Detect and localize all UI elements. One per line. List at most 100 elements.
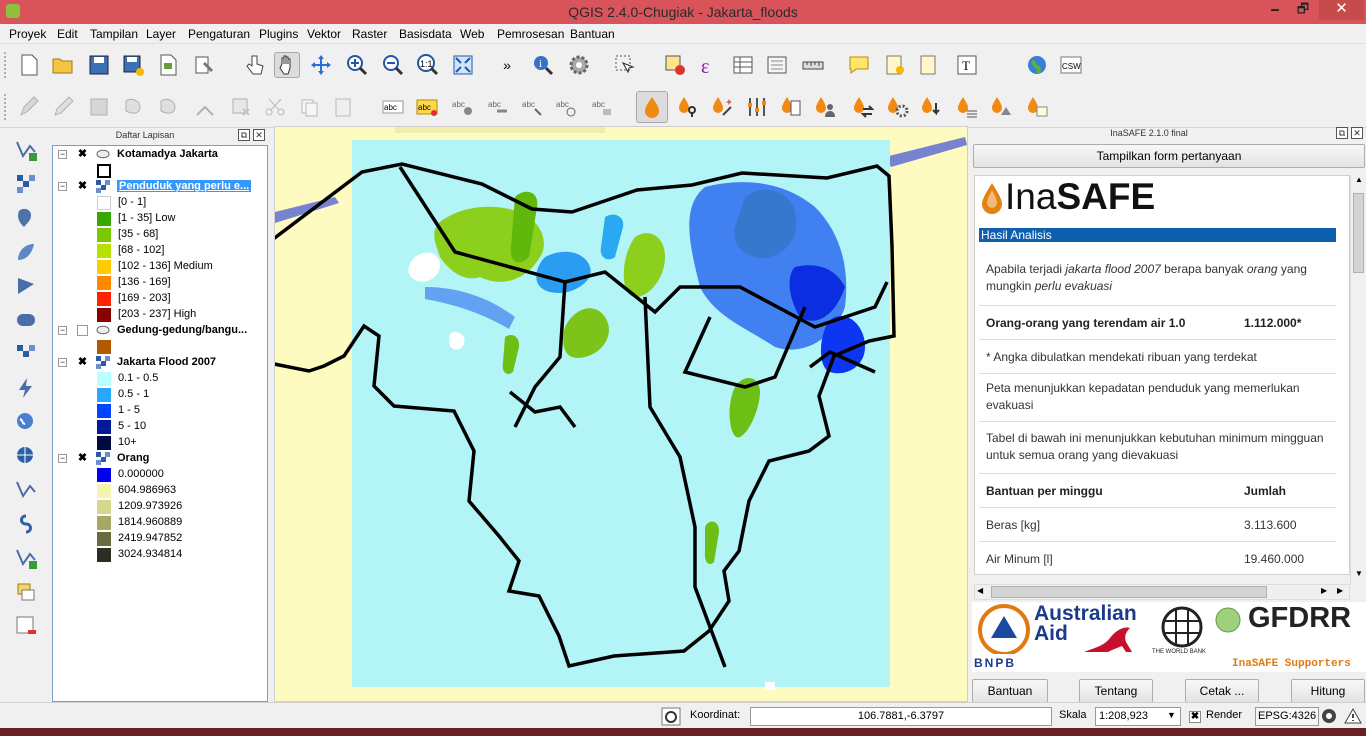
map-svg[interactable]	[275, 127, 968, 702]
about-button[interactable]: Tentang	[1079, 679, 1153, 703]
scroll-right-end-icon[interactable]: ▶	[1337, 586, 1343, 595]
coordinate-field[interactable]: 106.7881,-6.3797	[750, 707, 1052, 726]
add-spatialite-layer-icon[interactable]	[12, 238, 40, 266]
new-composer-icon[interactable]	[155, 52, 181, 78]
render-checkbox[interactable]: ✖	[1189, 711, 1201, 723]
touch-zoom-icon[interactable]	[241, 52, 267, 78]
zoom-out-icon[interactable]	[380, 52, 406, 78]
move-feature-icon[interactable]	[156, 94, 182, 120]
inasafe-minimum-needs-icon[interactable]	[744, 94, 770, 120]
toolbar-overflow-icon[interactable]: »	[494, 52, 520, 78]
collapse-toggle[interactable]: −	[58, 326, 67, 335]
print-button[interactable]: Cetak ...	[1185, 679, 1259, 703]
show-question-form-button[interactable]: Tampilkan form pertanyaan	[973, 144, 1365, 168]
inasafe-keywords-icon[interactable]	[674, 94, 700, 120]
maximize-button[interactable]: 🗗	[1290, 0, 1316, 20]
inasafe-people-icon[interactable]	[812, 94, 838, 120]
zoom-full-icon[interactable]	[450, 52, 476, 78]
identify-icon[interactable]: i	[530, 52, 556, 78]
collapse-toggle[interactable]: −	[58, 454, 67, 463]
save-project-icon[interactable]	[86, 52, 112, 78]
deselect-icon[interactable]	[662, 52, 688, 78]
inasafe-dock-icon[interactable]	[636, 91, 668, 123]
copy-features-icon[interactable]	[296, 94, 322, 120]
collapse-toggle[interactable]: −	[58, 150, 67, 159]
scale-dropdown-arrow-icon[interactable]: ▼	[1167, 707, 1176, 726]
highlight-labels-icon[interactable]: abc	[486, 94, 512, 120]
collapse-toggle[interactable]: −	[58, 358, 67, 367]
add-mssql-layer-icon[interactable]	[12, 272, 40, 300]
results-vertical-scrollbar[interactable]: ▲ ▼	[1350, 175, 1366, 585]
inasafe-wizard-icon[interactable]	[708, 94, 734, 120]
expression-select-icon[interactable]: ε	[696, 52, 722, 78]
globe-icon[interactable]	[1024, 52, 1050, 78]
new-layer-dropdown-icon[interactable]	[12, 544, 40, 572]
add-vector-layer-icon[interactable]	[12, 136, 40, 164]
add-oracle-layer-icon[interactable]	[12, 306, 40, 334]
layer-kotamadya[interactable]: − ✖ Kotamadya Jakarta	[53, 147, 267, 163]
close-panel-button[interactable]: ✕	[253, 129, 265, 141]
map-canvas[interactable]	[274, 126, 968, 702]
layer-visibility-checkbox[interactable]: ✖	[77, 357, 88, 368]
menu-vektor[interactable]: Vektor	[307, 27, 341, 41]
pencil-icon[interactable]	[50, 94, 76, 120]
attribute-table-icon[interactable]	[730, 52, 756, 78]
inasafe-convert-icon[interactable]	[850, 94, 876, 120]
select-features-icon[interactable]	[612, 52, 638, 78]
menu-proyek[interactable]: Proyek	[9, 27, 46, 41]
new-project-icon[interactable]	[16, 52, 42, 78]
inasafe-osm-download-icon[interactable]	[918, 94, 944, 120]
close-button[interactable]: ✕	[1319, 0, 1364, 20]
menu-plugins[interactable]: Plugins	[259, 27, 298, 41]
pin-labels-icon[interactable]: abc	[450, 94, 476, 120]
add-delimited-text-icon[interactable]	[12, 442, 40, 470]
show-bookmarks-icon[interactable]	[916, 52, 942, 78]
text-annotation-icon[interactable]: T	[954, 52, 980, 78]
layer-visibility-checkbox[interactable]: ✖	[77, 181, 88, 192]
composer-manager-icon[interactable]	[191, 52, 217, 78]
menu-pemrosesan[interactable]: Pemrosesan	[497, 27, 564, 41]
inasafe-impact-merge-icon[interactable]	[778, 94, 804, 120]
change-label-icon[interactable]: abc	[590, 94, 616, 120]
inasafe-options-icon[interactable]	[884, 94, 910, 120]
coordinate-toggle-icon[interactable]	[661, 707, 683, 726]
new-shapefile-icon[interactable]	[12, 476, 40, 504]
pan-to-selection-icon[interactable]	[308, 52, 334, 78]
scroll-thumb[interactable]	[1353, 193, 1364, 273]
label-abc-icon[interactable]: abc	[380, 94, 406, 120]
action-gear-icon[interactable]	[566, 52, 592, 78]
collapse-toggle[interactable]: −	[58, 182, 67, 191]
add-postgis-layer-icon[interactable]	[12, 204, 40, 232]
layer-orang[interactable]: − ✖ Orang	[53, 451, 267, 467]
add-gpx-icon[interactable]	[12, 510, 40, 538]
zoom-in-icon[interactable]	[344, 52, 370, 78]
cut-features-icon[interactable]	[262, 94, 288, 120]
inasafe-save-scenario-icon[interactable]	[1024, 94, 1050, 120]
menu-raster[interactable]: Raster	[352, 27, 387, 41]
new-bookmark-icon[interactable]	[882, 52, 908, 78]
add-wfs-layer-icon[interactable]	[12, 408, 40, 436]
add-wcs-layer-icon[interactable]	[12, 374, 40, 402]
menu-basisdata[interactable]: Basisdata	[399, 27, 452, 41]
scroll-left-arrow-icon[interactable]: ◀	[977, 586, 983, 595]
delete-selected-icon[interactable]	[228, 94, 254, 120]
csw-icon[interactable]: CSW	[1058, 52, 1084, 78]
toolbar-grip[interactable]	[4, 94, 8, 120]
remove-layer-icon[interactable]	[12, 612, 40, 640]
float-panel-button[interactable]: ⧉	[1336, 127, 1348, 139]
node-tool-icon[interactable]	[192, 94, 218, 120]
toolbar-grip[interactable]	[4, 52, 8, 78]
menu-pengaturan[interactable]: Pengaturan	[188, 27, 250, 41]
messages-warning-icon[interactable]	[1344, 707, 1362, 726]
inasafe-batch-icon[interactable]	[988, 94, 1014, 120]
close-panel-button[interactable]: ✕	[1351, 127, 1363, 139]
add-feature-icon[interactable]	[121, 94, 147, 120]
help-button[interactable]: Bantuan	[972, 679, 1048, 703]
projection-icon[interactable]	[1320, 707, 1338, 726]
measure-icon[interactable]	[800, 52, 826, 78]
scroll-thumb[interactable]	[991, 586, 1267, 598]
inasafe-shakemap-icon[interactable]	[954, 94, 980, 120]
open-project-icon[interactable]	[50, 52, 76, 78]
add-wms-layer-icon[interactable]	[12, 340, 40, 368]
map-tips-icon[interactable]	[846, 52, 872, 78]
